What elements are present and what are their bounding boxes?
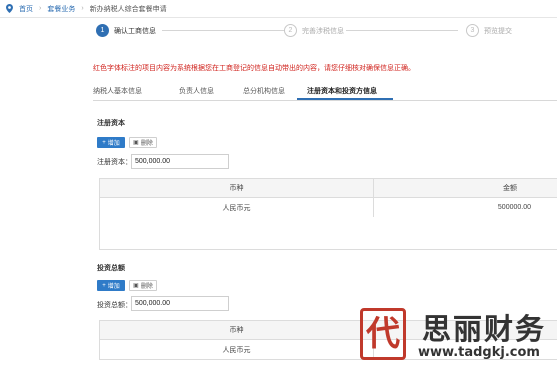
breadcrumb-business-link[interactable]: 套餐业务 (47, 4, 75, 14)
step-2-number: 2 (284, 24, 297, 37)
trash-icon: ▣ (133, 140, 139, 146)
registered-capital-table: 币种 金额 人民币元 500000.00 (99, 178, 557, 250)
total-investment-field-label: 投资总额： (97, 302, 132, 309)
registered-capital-field-label: 注册资本： (97, 159, 132, 166)
location-pin-icon (6, 4, 13, 13)
registered-capital-add-label: 增加 (107, 141, 120, 147)
registered-capital-add-button[interactable]: + 增加 (97, 137, 125, 148)
active-tab-indicator (297, 98, 393, 100)
trash-icon: ▣ (133, 283, 139, 289)
total-investment-delete-button[interactable]: ▣ 删除 (129, 280, 157, 291)
step-1-number: 1 (96, 24, 109, 37)
tab-responsible-person-info[interactable]: 负责人信息 (179, 86, 214, 96)
watermark-logo-glyph: 代 (366, 314, 400, 354)
step-progress: 1 确认工商信息 2 完善涉税信息 3 预览提交 (96, 24, 516, 44)
cell-amount: 500000.00 (497, 204, 531, 211)
step-3: 3 预览提交 (466, 24, 512, 37)
cell-currency: 人民币元 (100, 340, 374, 359)
table-header-row: 币种 金额 (100, 179, 557, 198)
total-investment-input[interactable]: 500,000.00 (131, 296, 229, 311)
step-3-label: 预览提交 (484, 27, 512, 35)
column-header-amount: 金额 (503, 185, 517, 192)
total-investment-delete-label: 删除 (140, 284, 153, 290)
total-investment-title: 投资总额 (97, 265, 125, 272)
tab-taxpayer-basic-info[interactable]: 纳税人基本信息 (93, 86, 142, 96)
step-3-number: 3 (466, 24, 479, 37)
tab-capital-investor-info[interactable]: 注册资本和投资方信息 (307, 86, 377, 96)
breadcrumb-home-link[interactable]: 首页 (19, 4, 33, 14)
breadcrumb-separator: › (39, 5, 42, 12)
step-1-label: 确认工商信息 (114, 27, 156, 35)
step-2: 2 完善涉税信息 (284, 24, 344, 37)
watermark-url: www.tadgkj.com (418, 345, 540, 360)
step-connector (162, 30, 284, 31)
step-1: 1 确认工商信息 (96, 24, 156, 37)
plus-icon: + (102, 139, 106, 146)
plus-icon: + (102, 282, 106, 289)
notice-text: 红色字体标注的项目内容为系统根据您在工商登记的信息自动带出的内容，请您仔细核对确… (93, 65, 415, 72)
watermark-name: 思丽财务 (422, 312, 547, 346)
watermark: 代 思丽财务 www.tadgkj.com (352, 300, 557, 376)
watermark-logo: 代 (360, 308, 406, 360)
table-empty-area (100, 217, 557, 249)
total-investment-add-label: 增加 (107, 284, 120, 290)
breadcrumb-separator: › (81, 5, 84, 12)
registered-capital-title: 注册资本 (97, 120, 125, 127)
tab-branch-info[interactable]: 总分机构信息 (243, 86, 285, 96)
registered-capital-delete-label: 删除 (140, 141, 153, 147)
breadcrumb-current: 新办纳税人综合套餐申请 (89, 5, 167, 13)
tab-bar: 纳税人基本信息 负责人信息 总分机构信息 注册资本和投资方信息 (93, 83, 557, 101)
cell-currency: 人民币元 (100, 198, 374, 217)
breadcrumb: 首页 › 套餐业务 › 新办纳税人综合套餐申请 (0, 0, 557, 18)
total-investment-add-button[interactable]: + 增加 (97, 280, 125, 291)
registered-capital-delete-button[interactable]: ▣ 删除 (129, 137, 157, 148)
column-header-currency: 币种 (100, 321, 374, 339)
step-2-label: 完善涉税信息 (302, 27, 344, 35)
step-connector (346, 30, 458, 31)
registered-capital-input[interactable]: 500,000.00 (131, 154, 229, 169)
table-row[interactable]: 人民币元 500000.00 (100, 198, 557, 217)
column-header-currency: 币种 (100, 179, 374, 197)
